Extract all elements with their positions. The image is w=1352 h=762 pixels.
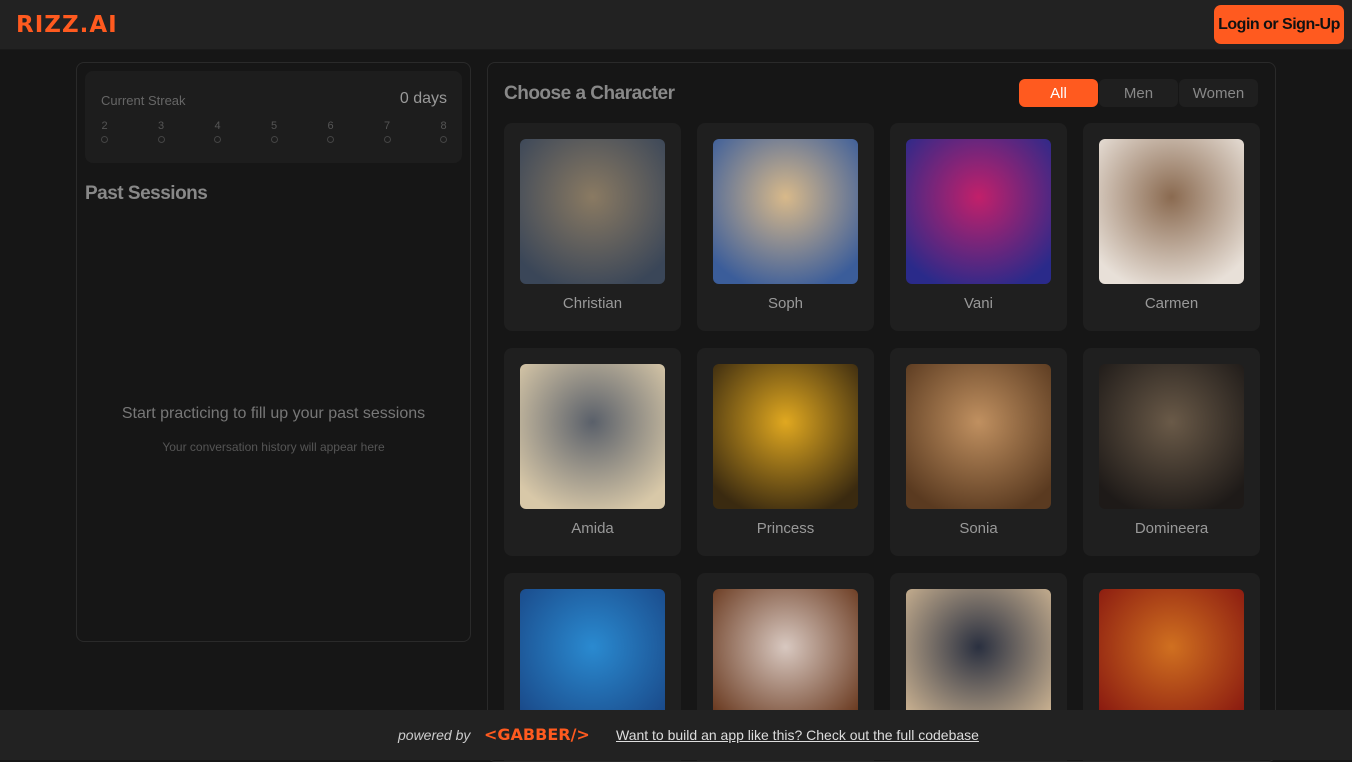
day-number: 8 (440, 120, 447, 132)
character-name: Domineera (1134, 520, 1209, 537)
login-signup-button[interactable]: Login or Sign-Up (1214, 5, 1344, 44)
choose-character-title: Choose a Character (504, 83, 675, 104)
day-dot-icon (440, 136, 447, 143)
streak-value: 0 days (399, 90, 447, 107)
streak-day: 5 (270, 120, 278, 143)
character-card[interactable]: Amida (504, 348, 681, 556)
character-card[interactable]: Christian (504, 123, 681, 331)
character-name: Soph (767, 295, 804, 312)
streak-label: Current Streak (101, 93, 186, 108)
day-number: 3 (157, 120, 165, 132)
streak-day: 7 (383, 120, 391, 143)
character-portrait[interactable] (1099, 364, 1244, 509)
header: RIZZ.AI Login or Sign-Up (0, 0, 1352, 50)
day-dot-icon (157, 136, 165, 143)
past-sessions-title: Past Sessions (85, 183, 208, 204)
tab-men[interactable]: Men (1099, 79, 1178, 107)
codebase-link[interactable]: Want to build an app like this? Check ou… (616, 727, 979, 743)
character-portrait[interactable] (906, 139, 1051, 284)
character-name: Christian (562, 295, 623, 312)
left-panel: Current Streak 0 days 2 3 4 5 6 7 8 Past Sessi… (76, 62, 471, 642)
day-dot-icon (214, 136, 221, 143)
empty-state-subtitle: Your conversation history will appear he… (162, 440, 385, 454)
logo[interactable]: RIZZ.AI (16, 12, 118, 38)
day-dot-icon (101, 136, 108, 143)
streak-day: 2 (101, 120, 108, 143)
day-number: 7 (383, 120, 391, 132)
empty-state-title: Start practicing to fill up your past se… (121, 405, 426, 422)
character-portrait[interactable] (713, 139, 858, 284)
character-name: Princess (756, 520, 815, 537)
day-dot-icon (270, 136, 278, 143)
streak-days: 2 3 4 5 6 7 8 (101, 120, 447, 143)
filter-tabs: All Men Women (1019, 79, 1258, 107)
day-number: 4 (214, 120, 221, 132)
streak-day: 8 (440, 120, 447, 143)
character-card[interactable]: Princess (697, 348, 874, 556)
day-number: 2 (101, 120, 108, 132)
character-card[interactable]: Carmen (1083, 123, 1260, 331)
tab-women[interactable]: Women (1179, 79, 1258, 107)
streak-day: 4 (214, 120, 221, 143)
streak-day: 6 (327, 120, 334, 143)
day-dot-icon (383, 136, 391, 143)
streak-day: 3 (157, 120, 165, 143)
character-card[interactable]: Vani (890, 123, 1067, 331)
character-portrait[interactable] (520, 364, 665, 509)
tab-all[interactable]: All (1019, 79, 1098, 107)
gabber-logo[interactable]: <GABBER/> (484, 725, 590, 744)
character-portrait[interactable] (520, 139, 665, 284)
character-card[interactable]: Soph (697, 123, 874, 331)
powered-by-label: powered by (398, 727, 471, 743)
character-portrait[interactable] (906, 364, 1051, 509)
footer: powered by <GABBER/> Want to build an ap… (0, 710, 1352, 760)
day-dot-icon (327, 136, 334, 143)
character-name: Carmen (1144, 295, 1199, 312)
character-name: Vani (964, 295, 993, 312)
character-portrait[interactable] (713, 364, 858, 509)
character-card[interactable]: Sonia (890, 348, 1067, 556)
day-number: 5 (270, 120, 278, 132)
character-panel: Choose a Character All Men Women Christian… (487, 62, 1276, 762)
character-grid: Christian Soph Vani Carmen Amida Princess Soni… (504, 123, 1260, 761)
character-portrait[interactable] (1099, 139, 1244, 284)
streak-card: Current Streak 0 days 2 3 4 5 6 7 8 (85, 71, 462, 163)
day-number: 6 (327, 120, 334, 132)
character-name: Sonia (959, 520, 998, 537)
character-name: Amida (571, 520, 614, 537)
character-card[interactable]: Domineera (1083, 348, 1260, 556)
